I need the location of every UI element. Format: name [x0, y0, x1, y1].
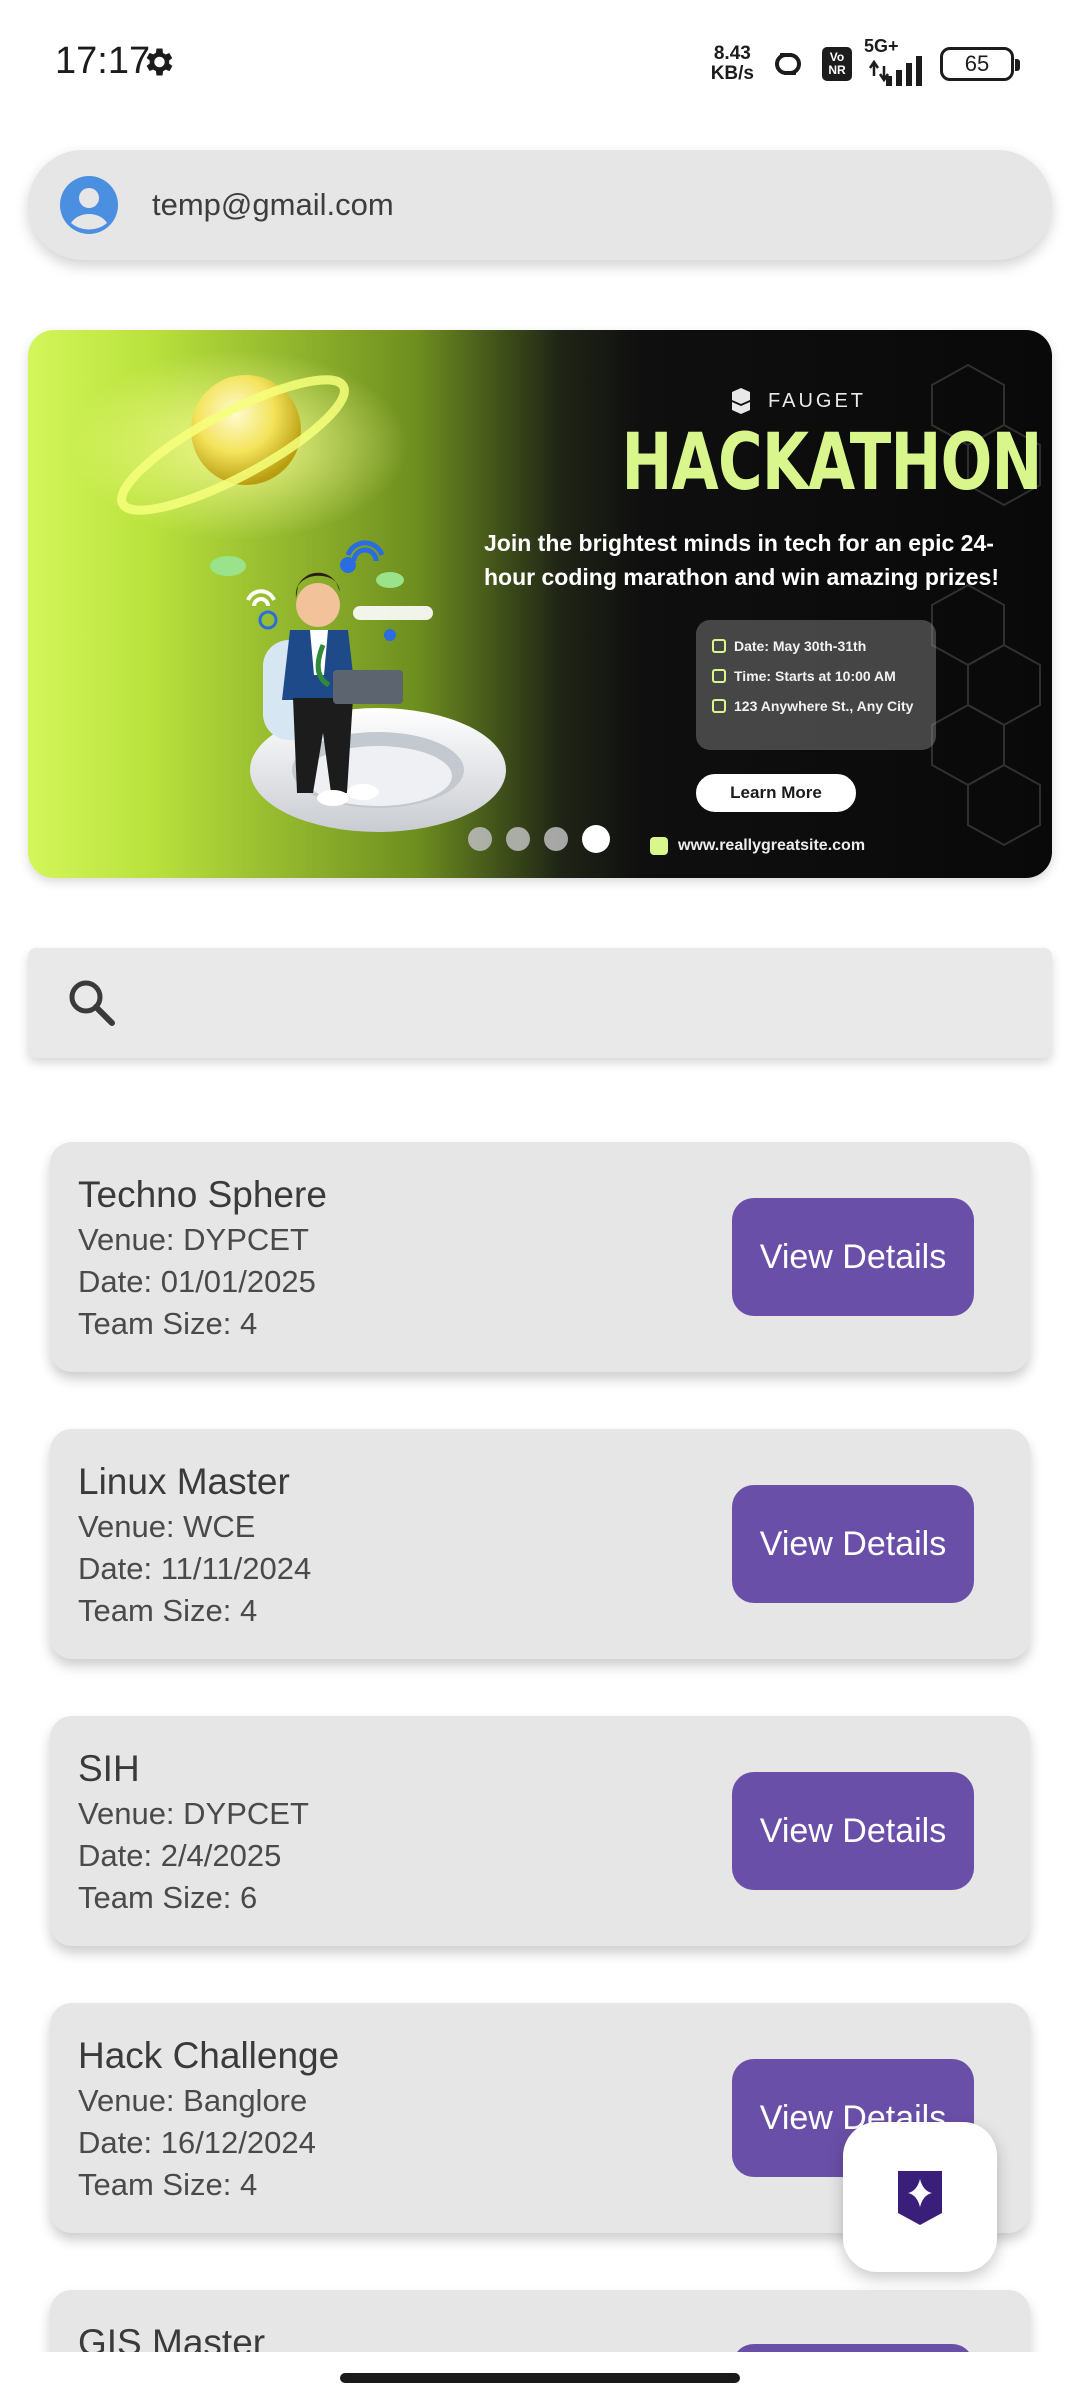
banner-illustration: [68, 350, 1041, 847]
account-bar[interactable]: temp@gmail.com: [28, 150, 1052, 260]
info-time-text: Time: Starts at 10:00 AM: [734, 668, 896, 684]
banner-tagline: Join the brightest minds in tech for an …: [484, 530, 999, 590]
event-title: Hack Challenge: [78, 2035, 340, 2076]
signal-icon: [868, 56, 922, 86]
hotspot-icon: [775, 53, 801, 75]
battery-indicator: 65: [940, 47, 1020, 81]
event-team-size: Team Size: 4: [78, 1306, 258, 1341]
learn-more-button[interactable]: Learn More: [696, 774, 856, 812]
carousel-dot-4[interactable]: [582, 825, 610, 853]
info-date: Date: May 30th-31th: [712, 638, 920, 654]
search-input[interactable]: [144, 968, 1052, 1038]
info-date-text: Date: May 30th-31th: [734, 638, 867, 654]
network-speed-value: 8.43: [713, 43, 751, 64]
event-date: Date: 01/01/2025: [78, 1264, 316, 1299]
account-circle-icon: [60, 176, 118, 234]
event-venue: Venue: DYPCET: [78, 1796, 309, 1831]
volte-bottom: NR: [828, 63, 846, 77]
hackathon-banner[interactable]: FAUGET HACKATHON Join the brightest mind…: [28, 330, 1052, 878]
carousel-indicator: [468, 825, 610, 853]
event-venue: Venue: WCE: [78, 1509, 256, 1544]
network-speed: 8.43 KB/s: [711, 44, 754, 84]
view-details-button[interactable]: View Details: [732, 1198, 974, 1316]
view-details-button[interactable]: View Details: [732, 1485, 974, 1603]
info-location: 123 Anywhere St., Any City: [712, 698, 920, 714]
event-team-size: Team Size: 4: [78, 1593, 258, 1628]
event-team-size: Team Size: 6: [78, 1880, 258, 1915]
carousel-dot-1[interactable]: [468, 827, 492, 851]
carousel-dot-3[interactable]: [544, 827, 568, 851]
network-speed-unit: KB/s: [710, 63, 754, 84]
brand-name: FAUGET: [768, 389, 867, 412]
event-card: Linux Master Venue: WCE Date: 11/11/2024…: [50, 1429, 1030, 1659]
carousel-dot-2[interactable]: [506, 827, 530, 851]
volte-icon: Vo NR: [822, 47, 852, 81]
gear-icon: [146, 48, 173, 76]
assistant-fab[interactable]: [843, 2122, 997, 2272]
status-bar: 17:17 8.43 KB/s Vo NR 5G+ 65: [0, 0, 1080, 125]
status-indicators: 8.43 KB/s Vo NR 5G+ 65: [711, 36, 1020, 90]
event-info-box: Date: May 30th-31th Time: Starts at 10:0…: [696, 620, 936, 750]
globe-icon: [650, 837, 668, 855]
event-title: Techno Sphere: [78, 1174, 327, 1215]
view-details-button[interactable]: View Details: [732, 1772, 974, 1890]
location-pin-icon: [712, 699, 726, 713]
website-text: www.reallygreatsite.com: [678, 837, 866, 854]
brand-logo-icon: [732, 388, 750, 414]
signal-group: 5G+: [864, 36, 928, 90]
home-gesture-handle[interactable]: [340, 2373, 740, 2383]
account-email: temp@gmail.com: [152, 187, 394, 222]
brand-row: FAUGET: [726, 386, 866, 416]
info-time: Time: Starts at 10:00 AM: [712, 668, 920, 684]
event-team-size: Team Size: 4: [78, 2167, 258, 2202]
event-card: SIH Venue: DYPCET Date: 2/4/2025 Team Si…: [50, 1716, 1030, 1946]
website-row: www.reallygreatsite.com: [650, 837, 865, 855]
banner-title: HACKATHON: [621, 418, 1043, 508]
event-title: SIH: [78, 1748, 140, 1789]
clock-icon: [712, 669, 726, 683]
status-time: 17:17: [55, 40, 151, 82]
battery-level: 65: [964, 51, 990, 76]
event-card: Techno Sphere Venue: DYPCET Date: 01/01/…: [50, 1142, 1030, 1372]
event-date: Date: 11/11/2024: [78, 1551, 312, 1586]
event-title: Linux Master: [78, 1461, 290, 1502]
search-icon: [69, 980, 115, 1026]
calendar-icon: [712, 639, 726, 653]
event-date: Date: 2/4/2025: [78, 1838, 282, 1873]
info-location-text: 123 Anywhere St., Any City: [734, 698, 914, 714]
event-date: Date: 16/12/2024: [78, 2125, 316, 2160]
event-venue: Venue: Banglore: [78, 2083, 308, 2118]
sparkle-icon: [898, 2171, 942, 2225]
search-bar[interactable]: [28, 948, 1052, 1058]
event-venue: Venue: DYPCET: [78, 1222, 309, 1257]
